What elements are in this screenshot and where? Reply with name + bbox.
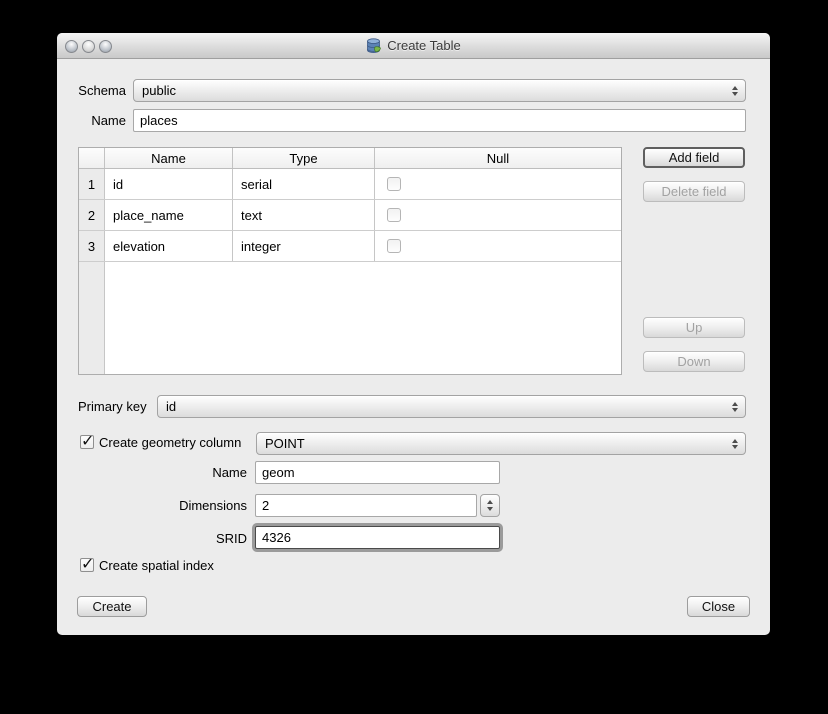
null-checkbox[interactable] [387, 208, 401, 222]
schema-select[interactable]: public [133, 79, 746, 102]
create-button[interactable]: Create [77, 596, 147, 617]
cell-field-name[interactable]: id [105, 169, 233, 199]
window-title: Create Table [387, 38, 460, 53]
dimensions-stepper[interactable] [480, 494, 500, 517]
null-checkbox[interactable] [387, 239, 401, 253]
table-name-input[interactable] [133, 109, 746, 132]
column-header-type[interactable]: Type [233, 148, 375, 168]
close-button[interactable]: Close [687, 596, 750, 617]
primary-key-selected-value: id [166, 399, 176, 414]
geometry-type-select[interactable]: POINT [256, 432, 746, 455]
database-table-icon [366, 38, 382, 54]
create-geometry-label: Create geometry column [99, 435, 251, 451]
down-button[interactable]: Down [643, 351, 745, 372]
fields-table-header: Name Type Null [79, 148, 621, 169]
delete-field-button[interactable]: Delete field [643, 181, 745, 202]
table-row[interactable]: 3 elevation integer [79, 231, 621, 262]
column-header-name[interactable]: Name [105, 148, 233, 168]
stepper-up-icon[interactable] [487, 500, 493, 504]
schema-label: Schema [57, 83, 126, 99]
dimensions-label: Dimensions [147, 498, 247, 514]
header-row-gutter [79, 148, 105, 168]
titlebar[interactable]: Create Table [57, 33, 770, 59]
window-controls [65, 40, 112, 53]
chevron-updown-icon [732, 433, 738, 454]
row-number: 2 [79, 200, 105, 230]
create-spatial-index-checkbox[interactable] [80, 558, 94, 572]
chevron-updown-icon [732, 80, 738, 101]
srid-focus-ring [252, 523, 503, 552]
geometry-name-label: Name [147, 465, 247, 481]
srid-input[interactable] [255, 526, 500, 549]
close-window-icon[interactable] [65, 40, 78, 53]
primary-key-select[interactable]: id [157, 395, 746, 418]
srid-label: SRID [147, 531, 247, 547]
geometry-name-input[interactable] [255, 461, 500, 484]
dimensions-input[interactable] [255, 494, 477, 517]
create-table-dialog: Create Table Schema public Name Name Typ… [57, 33, 770, 635]
minimize-window-icon[interactable] [82, 40, 95, 53]
stepper-down-icon[interactable] [487, 507, 493, 511]
column-header-null[interactable]: Null [375, 148, 621, 168]
fields-table: Name Type Null 1 id serial 2 place_name … [78, 147, 622, 375]
up-button[interactable]: Up [643, 317, 745, 338]
table-row[interactable]: 1 id serial [79, 169, 621, 200]
create-spatial-index-label: Create spatial index [99, 558, 239, 574]
cell-field-type[interactable]: serial [233, 169, 375, 199]
add-field-button[interactable]: Add field [643, 147, 745, 168]
cell-field-type[interactable]: integer [233, 231, 375, 261]
chevron-updown-icon [732, 396, 738, 417]
schema-selected-value: public [142, 83, 176, 98]
row-number: 1 [79, 169, 105, 199]
cell-field-name[interactable]: elevation [105, 231, 233, 261]
primary-key-label: Primary key [78, 399, 156, 415]
cell-field-type[interactable]: text [233, 200, 375, 230]
geometry-type-selected-value: POINT [265, 436, 305, 451]
table-row[interactable]: 2 place_name text [79, 200, 621, 231]
cell-field-name[interactable]: place_name [105, 200, 233, 230]
table-name-label: Name [57, 113, 126, 129]
screen: { "window": { "title": "Create Table", "… [0, 0, 828, 714]
row-number: 3 [79, 231, 105, 261]
null-checkbox[interactable] [387, 177, 401, 191]
create-geometry-checkbox[interactable] [80, 435, 94, 449]
zoom-window-icon[interactable] [99, 40, 112, 53]
